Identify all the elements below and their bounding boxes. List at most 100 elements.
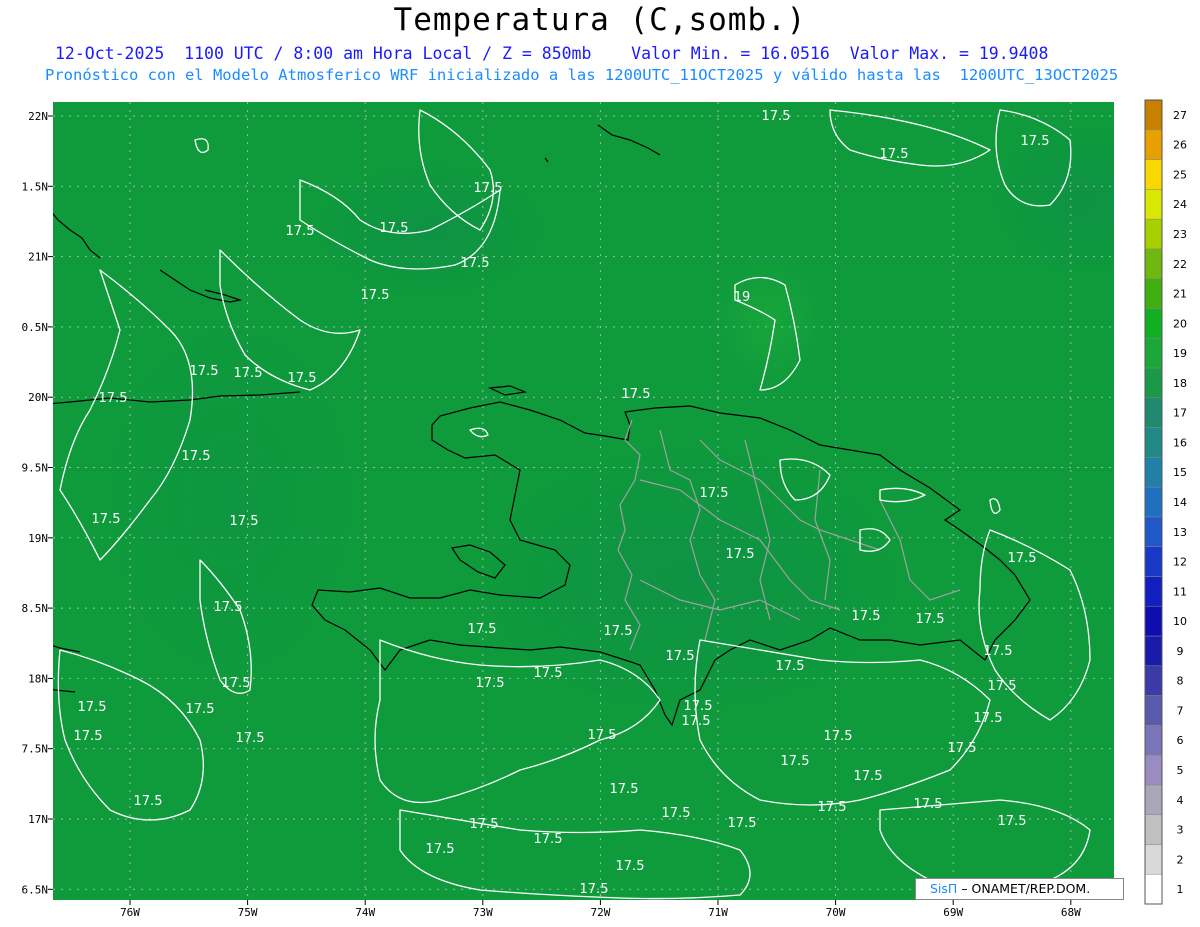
colorbar-swatch bbox=[1144, 754, 1163, 786]
colorbar-swatch bbox=[1144, 397, 1163, 428]
colorbar-label: 5 bbox=[1177, 764, 1184, 777]
colorbar-label: 7 bbox=[1177, 704, 1184, 717]
contour-label: 17.5 bbox=[534, 832, 563, 847]
lat-tick-label: 18N bbox=[28, 672, 48, 685]
contour-label: 17.5 bbox=[92, 512, 121, 527]
contour-label: 17.5 bbox=[781, 754, 810, 769]
contour-label: 17.5 bbox=[662, 806, 691, 821]
contour-label: 17.5 bbox=[700, 486, 729, 501]
colorbar-swatch bbox=[1144, 784, 1163, 815]
colorbar-swatch bbox=[1144, 546, 1163, 577]
colorbar-swatch bbox=[1144, 695, 1163, 726]
contour-label: 17.5 bbox=[534, 666, 563, 681]
longitude-axis: 76W 75W 74W 73W 72W 71W 70W 69W 68W bbox=[120, 900, 1081, 919]
colorbar-swatch bbox=[1144, 725, 1163, 756]
colorbar-label: 8 bbox=[1177, 675, 1184, 688]
colorbar-label: 23 bbox=[1173, 228, 1187, 241]
colorbar-swatch bbox=[1144, 337, 1163, 369]
contour-label: 17.5 bbox=[916, 612, 945, 627]
lat-tick-label: 17N bbox=[28, 813, 48, 826]
colorbar-swatch bbox=[1144, 427, 1163, 458]
colorbar: 1234567891011121314151617181920212223242… bbox=[1144, 99, 1187, 905]
contour-label: 17.5 bbox=[476, 676, 505, 691]
sispi-logo: SisΠ bbox=[930, 881, 958, 896]
lat-tick-label: 8.5N bbox=[22, 602, 49, 615]
lon-tick-label: 70W bbox=[826, 906, 846, 919]
colorbar-label: 9 bbox=[1177, 645, 1184, 658]
contour-label: 17.5 bbox=[580, 882, 609, 897]
contour-label: 17.5 bbox=[468, 622, 497, 637]
contour-label: 17.5 bbox=[914, 797, 943, 812]
lon-tick-label: 75W bbox=[238, 906, 258, 919]
colorbar-label: 3 bbox=[1177, 824, 1184, 837]
colorbar-swatch bbox=[1144, 367, 1163, 399]
colorbar-label: 27 bbox=[1173, 109, 1187, 122]
contour-label: 17.5 bbox=[190, 364, 219, 379]
lat-tick-label: 20N bbox=[28, 391, 48, 404]
lon-tick-label: 68W bbox=[1061, 906, 1081, 919]
lat-tick-label: 9.5N bbox=[22, 462, 49, 475]
colorbar-swatch bbox=[1144, 129, 1163, 160]
contour-label: 17.5 bbox=[474, 181, 503, 196]
contour-label: 17.5 bbox=[854, 769, 883, 784]
colorbar-swatch bbox=[1144, 635, 1163, 667]
contour-label: 17.5 bbox=[776, 659, 805, 674]
colorbar-swatch bbox=[1144, 605, 1163, 637]
colorbar-label: 6 bbox=[1177, 734, 1184, 747]
lon-tick-label: 72W bbox=[590, 906, 610, 919]
contour-label: 17.5 bbox=[818, 800, 847, 815]
contour-label: 17.5 bbox=[134, 794, 163, 809]
credit-text: – ONAMET/REP.DOM. bbox=[961, 881, 1091, 896]
contour-label: 17.5 bbox=[236, 731, 265, 746]
contour-label: 17.5 bbox=[470, 817, 499, 832]
contour-label: 17.5 bbox=[610, 782, 639, 797]
contour-label: 17.5 bbox=[728, 816, 757, 831]
lat-tick-label: 19N bbox=[28, 532, 48, 545]
contour-label: 17.5 bbox=[984, 644, 1013, 659]
contour-label: 17.5 bbox=[99, 391, 128, 406]
contour-label: 17.5 bbox=[616, 859, 645, 874]
colorbar-swatch bbox=[1144, 576, 1163, 607]
colorbar-label: 20 bbox=[1173, 317, 1187, 330]
colorbar-swatch bbox=[1144, 814, 1163, 845]
contour-label: 17.5 bbox=[988, 679, 1017, 694]
lon-tick-label: 73W bbox=[473, 906, 493, 919]
contour-label: 17.5 bbox=[948, 741, 977, 756]
colorbar-label: 14 bbox=[1173, 496, 1187, 509]
contour-label: 17.5 bbox=[726, 547, 755, 562]
lat-tick-label: 22N bbox=[28, 110, 48, 123]
contour-label: 17.5 bbox=[852, 609, 881, 624]
colorbar-label: 21 bbox=[1173, 288, 1187, 301]
colorbar-label: 1 bbox=[1177, 883, 1184, 896]
colorbar-swatch bbox=[1144, 99, 1163, 131]
contour-label: 17.5 bbox=[461, 256, 490, 271]
colorbar-label: 24 bbox=[1173, 198, 1187, 211]
lat-tick-label: 0.5N bbox=[22, 321, 49, 334]
colorbar-label: 10 bbox=[1173, 615, 1187, 628]
colorbar-swatch bbox=[1144, 278, 1163, 309]
contour-label: 17.5 bbox=[380, 221, 409, 236]
contour-label: 17.5 bbox=[288, 371, 317, 386]
colorbar-swatch bbox=[1144, 218, 1163, 250]
colorbar-label: 11 bbox=[1173, 585, 1187, 598]
colorbar-label: 13 bbox=[1173, 526, 1187, 539]
colorbar-label: 18 bbox=[1173, 377, 1187, 390]
credit-box: SisΠ – ONAMET/REP.DOM. bbox=[915, 878, 1124, 900]
contour-label: 17.5 bbox=[824, 729, 853, 744]
colorbar-label: 17 bbox=[1173, 407, 1187, 420]
colorbar-label: 22 bbox=[1173, 258, 1187, 271]
contour-label: 17.5 bbox=[74, 729, 103, 744]
colorbar-swatch bbox=[1144, 665, 1163, 696]
lat-tick-label: 1.5N bbox=[22, 180, 49, 193]
lon-tick-label: 76W bbox=[120, 906, 140, 919]
colorbar-swatch bbox=[1144, 844, 1163, 875]
colorbar-label: 19 bbox=[1173, 347, 1187, 360]
contour-label: 17.5 bbox=[214, 600, 243, 615]
contour-label: 17.5 bbox=[230, 514, 259, 529]
contour-label: 17.5 bbox=[666, 649, 695, 664]
colorbar-swatch bbox=[1144, 308, 1163, 339]
lon-tick-label: 71W bbox=[708, 906, 728, 919]
contour-label: 17.5 bbox=[286, 224, 315, 239]
contour-label: 17.5 bbox=[1021, 134, 1050, 149]
contour-label: 17.5 bbox=[604, 624, 633, 639]
